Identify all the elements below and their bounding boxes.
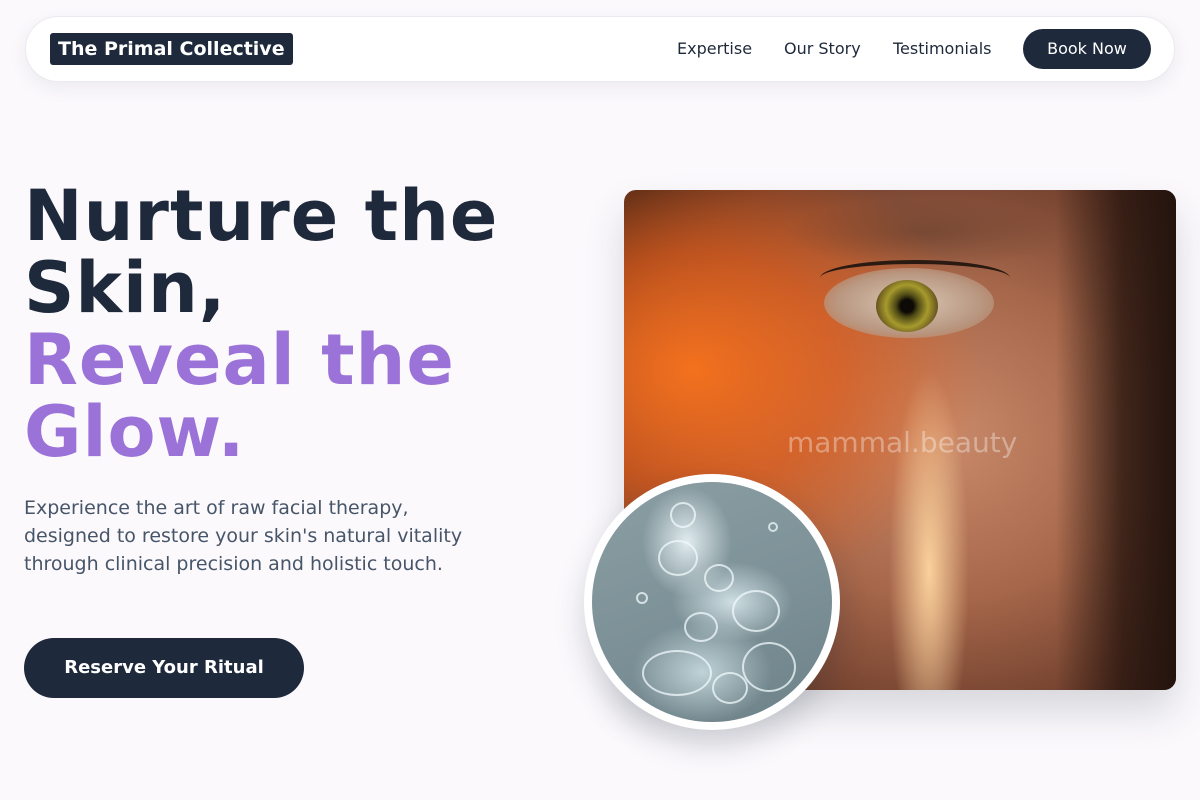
book-now-button[interactable]: Book Now xyxy=(1023,29,1151,69)
headline-accent-line-2: Glow. xyxy=(24,391,246,473)
bubble xyxy=(670,502,696,528)
bubble xyxy=(732,590,780,632)
bubble xyxy=(642,650,712,696)
bubble xyxy=(636,592,648,604)
bubble xyxy=(742,642,796,692)
bubble xyxy=(658,540,698,576)
nav-link-testimonials[interactable]: Testimonials xyxy=(893,39,992,59)
bubble xyxy=(712,672,748,704)
hero-subtext: Experience the art of raw facial therapy… xyxy=(24,497,463,575)
reserve-ritual-button[interactable]: Reserve Your Ritual xyxy=(24,638,304,698)
headline-line-2: Skin, xyxy=(24,247,227,329)
hair-shadow xyxy=(1056,190,1176,690)
nav-link-expertise[interactable]: Expertise xyxy=(677,39,752,59)
eyebrow-shading xyxy=(784,198,1064,268)
hero-headline: Nurture the Skin, Reveal the Glow. xyxy=(24,180,584,468)
bubble xyxy=(768,522,778,532)
navbar: The Primal Collective Expertise Our Stor… xyxy=(25,16,1175,82)
bubble xyxy=(704,564,734,592)
image-watermark: mammal.beauty xyxy=(787,426,1018,459)
bubble xyxy=(684,612,718,642)
headline-accent-line-1: Reveal the xyxy=(24,319,455,401)
water-bubbles-image xyxy=(592,482,832,722)
water-bubbles-photo xyxy=(584,474,840,730)
nav-link-our-story[interactable]: Our Story xyxy=(784,39,861,59)
headline-line-1: Nurture the xyxy=(24,175,499,257)
brand-logo[interactable]: The Primal Collective xyxy=(50,33,293,65)
eye-iris xyxy=(876,280,938,332)
